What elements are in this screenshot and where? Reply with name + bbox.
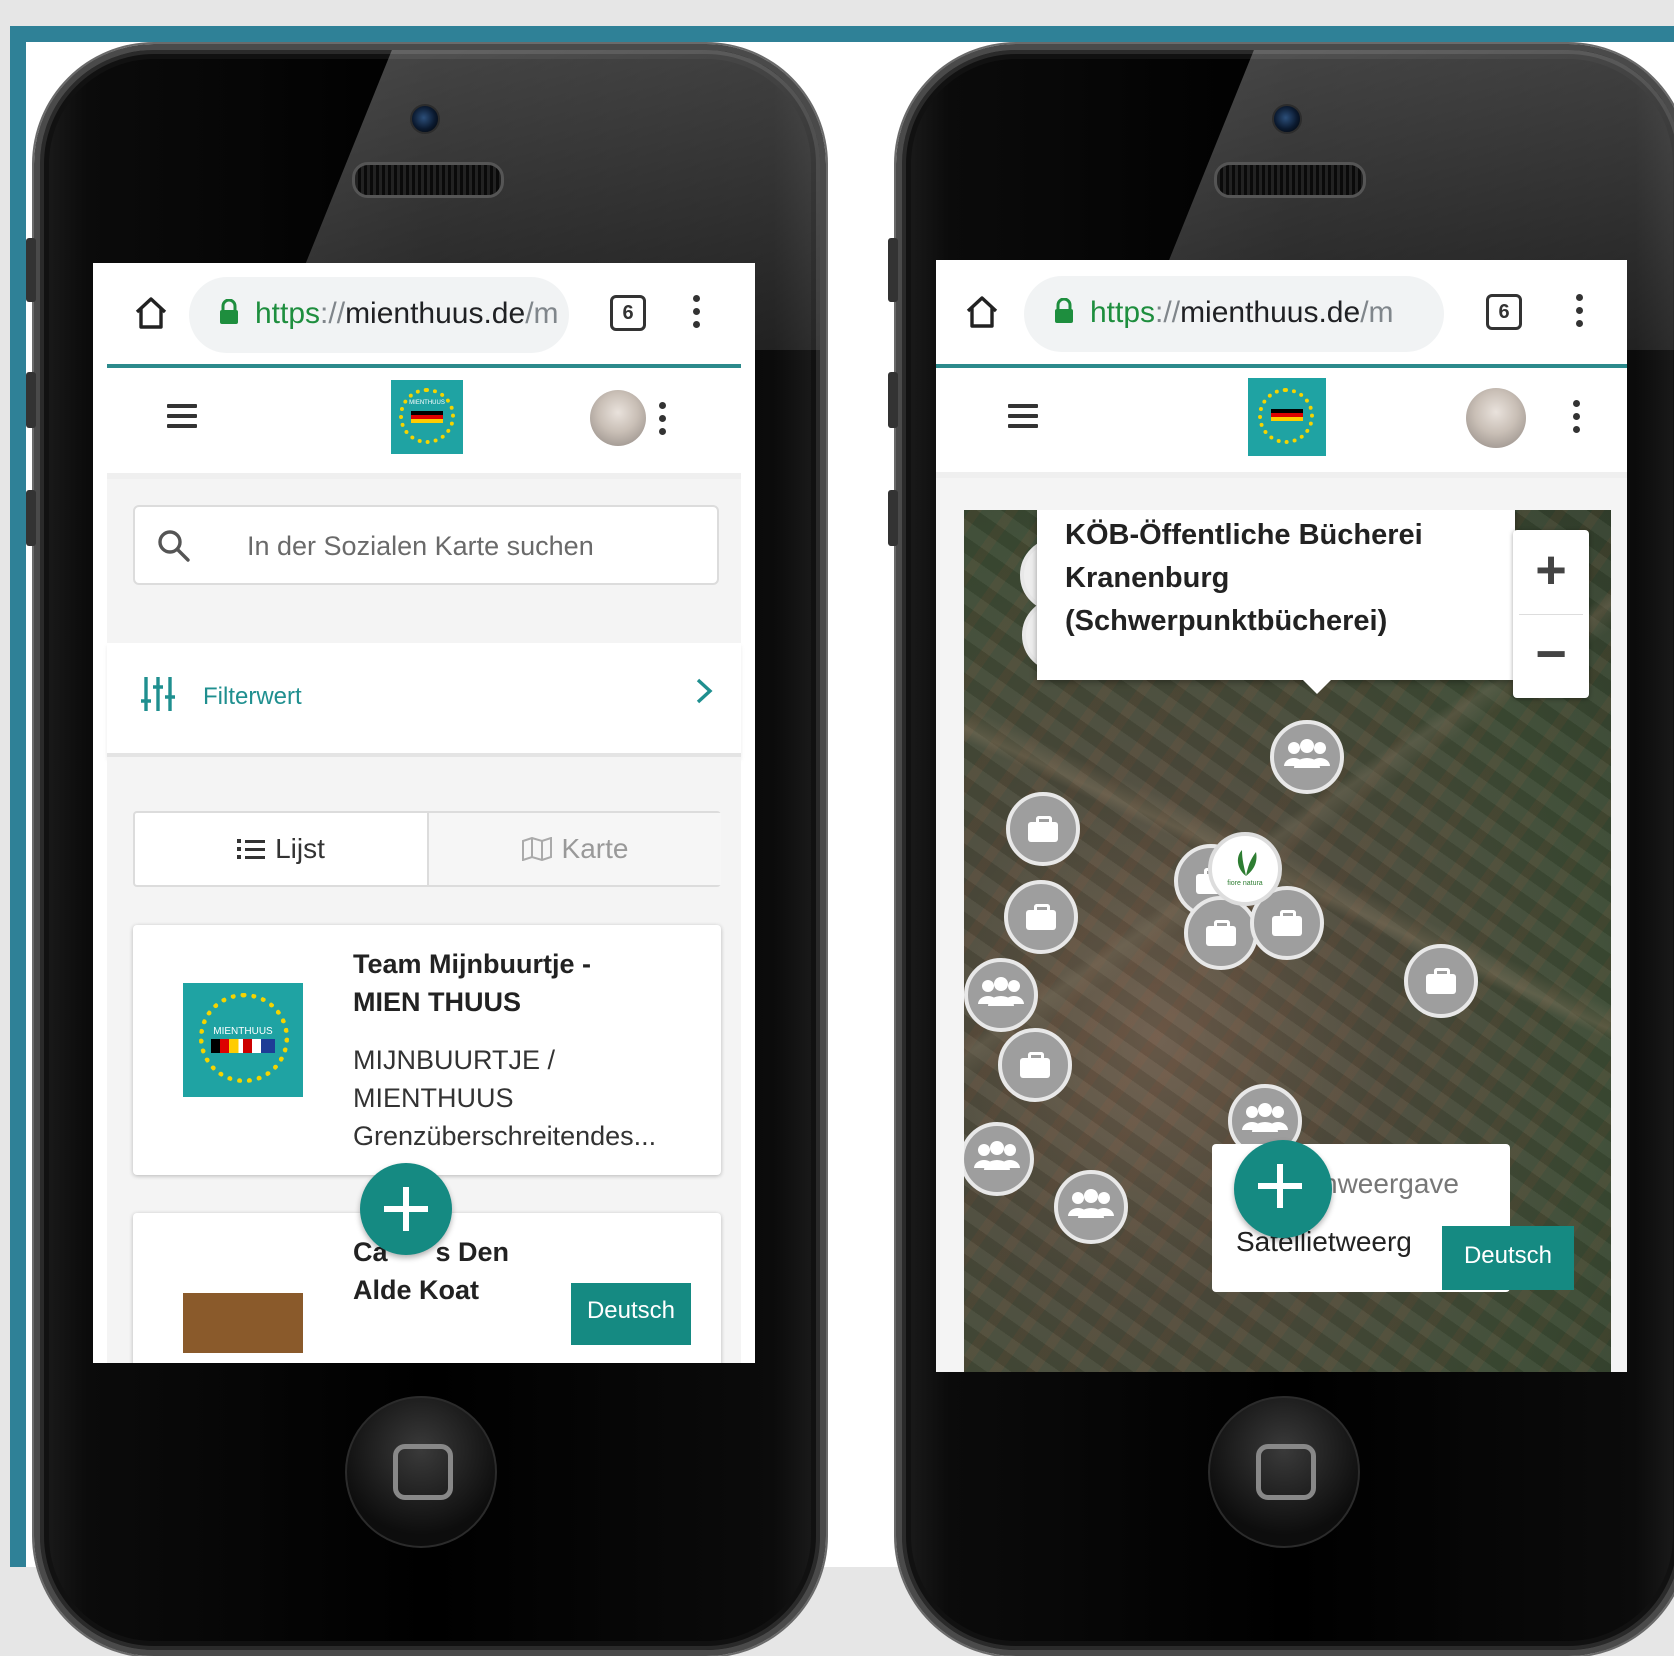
url-text: https://mienthuus.de/m bbox=[255, 297, 559, 330]
add-button[interactable] bbox=[1234, 1140, 1332, 1238]
side-button bbox=[888, 372, 898, 428]
avatar[interactable] bbox=[1466, 388, 1526, 448]
card-logo-text: MIENTHUUS bbox=[213, 1026, 273, 1037]
popup-title: KÖB-Öffentliche Bücherei Kranenburg (Sch… bbox=[1065, 519, 1423, 637]
group-icon bbox=[1242, 1103, 1288, 1132]
home-button[interactable] bbox=[1208, 1396, 1360, 1548]
home-button[interactable] bbox=[345, 1396, 497, 1548]
side-button bbox=[26, 372, 36, 428]
side-button bbox=[888, 238, 898, 302]
language-button[interactable]: Deutsch bbox=[1442, 1226, 1574, 1290]
leaf-icon bbox=[1237, 850, 1257, 876]
group-icon bbox=[1068, 1189, 1114, 1218]
card-logo: MIENTHUUS bbox=[183, 983, 303, 1097]
map-icon bbox=[521, 836, 552, 862]
layer-option-map[interactable]: nweergave bbox=[1322, 1168, 1459, 1200]
filter-sliders-icon bbox=[141, 677, 175, 711]
chevron-right-icon bbox=[696, 678, 713, 704]
group-icon bbox=[978, 977, 1024, 1006]
briefcase-marker[interactable] bbox=[998, 1028, 1072, 1102]
view-toggle: Lijst Karte bbox=[133, 811, 721, 887]
search-box[interactable] bbox=[133, 505, 719, 585]
home-icon[interactable] bbox=[133, 295, 169, 331]
tab-map[interactable]: Karte bbox=[427, 813, 721, 885]
menu-icon[interactable] bbox=[1008, 404, 1038, 434]
user-menu-icon[interactable] bbox=[659, 402, 667, 441]
lock-icon bbox=[220, 299, 238, 324]
left-screen: https://mienthuus.de/m 6 MIENTHUUS Filte… bbox=[93, 263, 755, 1363]
filter-label: Filterwert bbox=[203, 683, 302, 710]
avatar[interactable] bbox=[590, 390, 646, 446]
card-image bbox=[183, 1293, 303, 1353]
side-button bbox=[888, 490, 898, 546]
app-logo[interactable]: MIENTHUUS bbox=[391, 380, 463, 454]
group-marker[interactable] bbox=[1054, 1170, 1128, 1244]
briefcase-marker[interactable] bbox=[1184, 896, 1258, 970]
search-icon bbox=[158, 530, 190, 562]
search-input[interactable] bbox=[245, 523, 689, 569]
card-title: Team Mijnbuurtje - MIEN THUUS bbox=[353, 949, 592, 1017]
group-marker[interactable] bbox=[1270, 720, 1344, 794]
browser-menu-icon[interactable] bbox=[1576, 294, 1584, 333]
app-header: MIENTHUUS bbox=[107, 368, 741, 479]
home-icon[interactable] bbox=[964, 294, 1000, 330]
earpiece-speaker bbox=[1214, 162, 1366, 198]
app-logo[interactable] bbox=[1248, 378, 1326, 456]
browser-toolbar: https://mienthuus.de/m 6 bbox=[93, 263, 755, 367]
zoom-in-button[interactable]: + bbox=[1513, 530, 1589, 614]
list-icon bbox=[237, 839, 266, 859]
tab-list-label: Lijst bbox=[275, 833, 325, 864]
filter-row[interactable]: Filterwert bbox=[107, 643, 741, 757]
group-icon bbox=[974, 1141, 1020, 1170]
front-camera bbox=[410, 104, 440, 134]
earpiece-speaker bbox=[352, 162, 504, 198]
group-icon bbox=[1284, 739, 1330, 768]
browser-toolbar: https://mienthuus.de/m 6 bbox=[936, 260, 1627, 368]
tab-count-icon[interactable]: 6 bbox=[1486, 294, 1522, 330]
browser-menu-icon[interactable] bbox=[693, 295, 701, 334]
front-camera bbox=[1272, 104, 1302, 134]
group-marker[interactable] bbox=[964, 958, 1038, 1032]
lock-icon bbox=[1055, 298, 1073, 323]
briefcase-marker[interactable] bbox=[1004, 880, 1078, 954]
side-button bbox=[26, 238, 36, 302]
tab-count-icon[interactable]: 6 bbox=[610, 295, 646, 331]
tab-list[interactable]: Lijst bbox=[135, 813, 427, 885]
url-bar[interactable]: https://mienthuus.de/m bbox=[189, 277, 569, 353]
tab-map-label: Karte bbox=[561, 833, 629, 864]
place-popup[interactable]: KÖB-Öffentliche Bücherei Kranenburg (Sch… bbox=[1037, 510, 1515, 694]
url-text: https://mienthuus.de/m bbox=[1090, 296, 1394, 329]
user-menu-icon[interactable] bbox=[1573, 400, 1581, 439]
url-bar[interactable]: https://mienthuus.de/m bbox=[1024, 276, 1444, 352]
right-screen: https://mienthuus.de/m 6 fiore natura KÖ… bbox=[936, 260, 1627, 1372]
menu-icon[interactable] bbox=[167, 404, 197, 434]
side-button bbox=[26, 490, 36, 546]
zoom-control: + − bbox=[1513, 530, 1589, 698]
app-header bbox=[936, 368, 1627, 478]
result-card[interactable]: MIENTHUUS Team Mijnbuurtje - MIEN THUUS … bbox=[133, 925, 721, 1175]
briefcase-marker[interactable] bbox=[1404, 944, 1478, 1018]
logo-text: MIENTHUUS bbox=[409, 400, 445, 406]
plant-marker-label: fiore natura bbox=[1227, 880, 1263, 887]
group-marker[interactable] bbox=[964, 1122, 1034, 1196]
card-description: MIJNBUURTJE / MIENTHUUS Grenzüberschreit… bbox=[353, 1045, 657, 1151]
briefcase-marker[interactable] bbox=[1006, 792, 1080, 866]
add-button[interactable] bbox=[360, 1163, 452, 1255]
plant-logo-marker[interactable]: fiore natura bbox=[1208, 832, 1282, 906]
language-button[interactable]: Deutsch bbox=[571, 1283, 691, 1345]
zoom-out-button[interactable]: − bbox=[1513, 614, 1589, 698]
